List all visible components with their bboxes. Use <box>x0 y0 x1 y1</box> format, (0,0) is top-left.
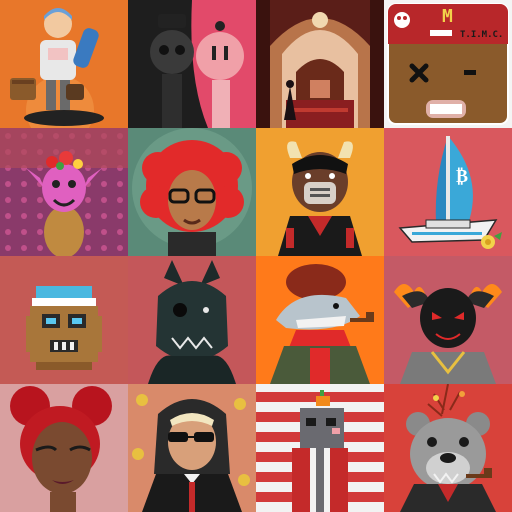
tile-pixel-potato[interactable] <box>0 256 128 384</box>
tile-pixel-rat[interactable] <box>256 384 384 512</box>
card-label: T.I.M.C. <box>460 30 504 40</box>
tile-black-demon[interactable] <box>384 256 512 384</box>
grey-bear-image <box>384 384 512 512</box>
bull-man-image <box>256 128 384 256</box>
palace-image <box>256 0 384 128</box>
tile-bull-masked-man[interactable] <box>256 128 384 256</box>
yacht-image <box>384 128 512 256</box>
tile-pink-devil[interactable] <box>0 128 128 256</box>
tile-shark-pipe[interactable] <box>256 256 384 384</box>
bun-girl-image <box>0 384 128 512</box>
yacht-sail-symbol: ₿ <box>456 166 469 187</box>
tile-sunglasses-man[interactable] <box>128 384 256 512</box>
tile-black-wolf[interactable] <box>128 256 256 384</box>
nft-gallery-grid: M T.I.M.C. ₿ <box>0 0 512 512</box>
tile-bitcoin-yacht[interactable]: ₿ <box>384 128 512 256</box>
tile-bw-pink-robots[interactable] <box>128 0 256 128</box>
card-letter: M <box>442 6 453 27</box>
suit-man-image <box>128 384 256 512</box>
tile-red-bun-girl[interactable] <box>0 384 128 512</box>
tile-red-afro-woman[interactable] <box>128 128 256 256</box>
red-afro-image <box>128 128 256 256</box>
robots-image <box>128 0 256 128</box>
pixel-rat-image <box>256 384 384 512</box>
skater-kid-image <box>0 0 128 128</box>
pink-devil-image <box>0 128 128 256</box>
demon-image <box>384 256 512 384</box>
tile-grey-bear[interactable] <box>384 384 512 512</box>
tile-palace-interior[interactable] <box>256 0 384 128</box>
tile-card-face[interactable]: M T.I.M.C. <box>384 0 512 128</box>
pixel-potato-image <box>0 256 128 384</box>
shark-image <box>256 256 384 384</box>
tile-skater-kid[interactable] <box>0 0 128 128</box>
wolf-image <box>128 256 256 384</box>
